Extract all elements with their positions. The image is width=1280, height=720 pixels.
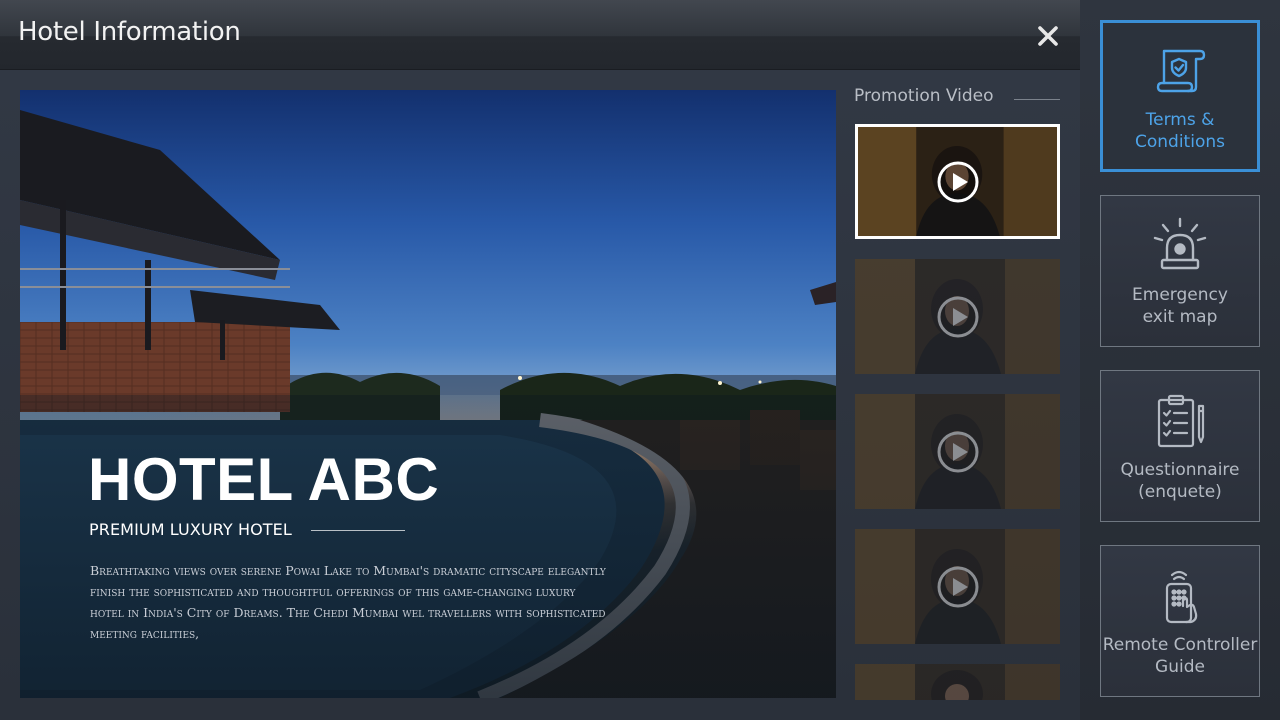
terms-document-icon (1156, 49, 1206, 93)
close-icon (1038, 26, 1058, 46)
sidebar-item-label: Remote Controller Guide (1102, 635, 1258, 677)
video-thumbnail-image (855, 664, 1060, 700)
promotion-heading-divider (1014, 99, 1060, 100)
play-icon (937, 431, 978, 472)
sidebar-item-remote-guide[interactable]: Remote Controller Guide (1100, 545, 1260, 697)
page-title: Hotel Information (18, 17, 241, 47)
emergency-siren-icon (1153, 217, 1207, 270)
tagline-divider (311, 530, 405, 531)
sidebar-item-questionnaire[interactable]: Questionnaire (enquete) (1100, 370, 1260, 522)
sidebar-item-label: Questionnaire (enquete) (1120, 460, 1240, 502)
hotel-description: Breathtaking views over serene Powai Lak… (90, 563, 606, 641)
sidebar-item-terms[interactable]: Terms & Conditions (1100, 20, 1260, 172)
remote-control-icon (1165, 570, 1198, 624)
hotel-info-panel: Hotel Information HOTEL ABC PREMIUM LUXU… (0, 0, 1080, 720)
video-thumbnail-4[interactable] (855, 529, 1060, 644)
close-button[interactable] (1030, 18, 1066, 54)
sidebar-item-emergency-exit[interactable]: Emergency exit map (1100, 195, 1260, 347)
sidebar-item-label: Emergency exit map (1132, 285, 1228, 327)
sidebar-item-label: Terms & Conditions (1135, 110, 1225, 152)
promotion-video-heading: Promotion Video (854, 86, 994, 106)
play-icon (937, 161, 978, 202)
sidebar: Terms & Conditions Emergency exit map Qu… (1080, 0, 1280, 720)
play-icon (937, 296, 978, 337)
hotel-name: HOTEL ABC (88, 446, 440, 513)
clipboard-checklist-icon (1157, 394, 1205, 448)
header-bar: Hotel Information (0, 0, 1080, 70)
hotel-tagline: PREMIUM LUXURY HOTEL (89, 520, 292, 539)
video-thumbnail-5[interactable] (855, 664, 1060, 700)
hero-text-overlay (20, 395, 836, 698)
video-thumbnail-3[interactable] (855, 394, 1060, 509)
video-thumbnail-1[interactable] (855, 124, 1060, 239)
play-icon (937, 566, 978, 607)
video-thumbnail-2[interactable] (855, 259, 1060, 374)
hero-image: HOTEL ABC PREMIUM LUXURY HOTEL Breathtak… (20, 90, 836, 698)
